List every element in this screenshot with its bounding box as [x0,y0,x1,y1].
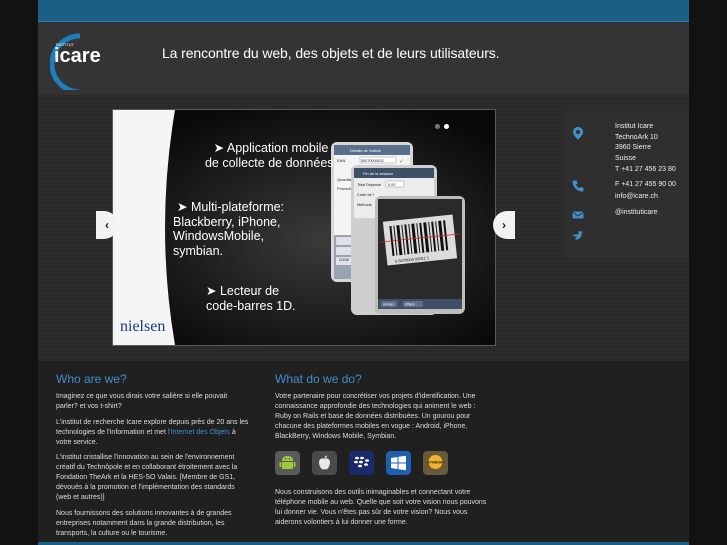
who-paragraph-2: L'institut de recherche Icare explore de… [56,418,250,448]
contact-box: Institut Icare TechnoArk 10 3960 Sierre … [565,111,689,258]
page-left-margin [0,0,38,545]
svg-text:✓: ✓ [399,158,404,165]
phone-clear-button: Effacer [405,303,416,307]
slider-dot-1[interactable] [435,124,440,129]
phone-session-label: Fin de la session [363,171,393,176]
location-pin-icon [573,127,583,140]
slide-bullet-1: ➤ Application mobile de collecte de donn… [196,141,346,170]
page-right-margin [689,0,727,545]
slide-bullet-2: ➤ Multi-plateforme: Blackberry, iPhone, … [173,200,284,258]
who-paragraph-4: Nous fournissons des solutions innovante… [56,510,232,537]
bullet-3-line-2: code-barres 1D. [206,298,296,313]
contact-tel: T +41 27 456 23 80 [615,166,676,173]
android-icon[interactable] [275,451,300,475]
blackberry-icon[interactable] [349,451,374,475]
contact-name: Institut Icare [615,123,654,130]
phone-methode-label: Méthode [357,203,372,207]
phone-cancel-button: Annuler [383,303,395,307]
phone-total-label: Total Dépensé [357,183,381,187]
contact-address: Institut Icare TechnoArk 10 3960 Sierre … [615,122,658,164]
nielsen-logo: nielsen [120,318,166,335]
phone-quantity-label: Quantité [337,177,353,182]
hero-slide: Détails de l'article EAN 55070000011 ✓ Q… [112,109,496,346]
twitter-bird-icon [572,231,584,240]
who-title: Who are we? [56,372,127,386]
top-bar [38,0,689,22]
windows-mobile-icon[interactable] [386,451,411,475]
slider-next-button[interactable]: › [493,211,515,239]
bullet-2-line-4: symbian. [173,243,224,258]
who-paragraph-1: Imaginez ce que vous dirais votre salièr… [56,393,228,410]
phone-ean-value: 55070000011 [361,159,384,163]
contact-email[interactable]: info@icare.ch [615,192,658,203]
contact-twitter[interactable]: @instituticare [615,208,658,219]
bullet-1-line-1: ➤ Application mobile [213,141,329,155]
what-title: What do we do? [275,372,362,386]
bullet-2-line-3: WindowsMobile, [173,229,265,243]
slider-dot-2[interactable] [444,124,449,129]
slider-pagination [431,116,449,134]
logo-name-text: icare [54,45,101,67]
symbian-icon[interactable]: SYMBIAN [423,451,448,475]
bullet-2-line-1: ➤ Multi-plateforme: [177,200,285,214]
contact-city: 3960 Sierre [615,144,652,151]
icare-logo[interactable]: INSTITUT icare [50,30,140,90]
symbian-label: SYMBIAN [427,461,444,465]
email-icon [572,211,584,219]
bullet-1-line-2: de collecte de données. [204,155,338,170]
who-paragraph-3: L'institut cristallise l'innovation au s… [56,454,238,501]
phone-carte-label: Carte de f [357,193,375,197]
contact-fax: F +41 27 455 90 00 [615,180,676,188]
phone-icon [572,180,584,192]
apple-icon[interactable] [312,451,337,475]
contact-street: TechnoArk 10 [615,133,658,141]
site-header: INSTITUT icare La rencontre du web, des … [38,22,689,95]
internet-des-objets-link[interactable]: l'Internet des Objets [168,429,230,436]
contact-phones: T +41 27 456 23 80 F +41 27 455 90 00 [615,165,676,190]
phone-tab-label: Détails de l'article [350,148,382,153]
phone-done-key: DONE [339,258,350,262]
phone-total-value: 0.00 [388,183,395,187]
contact-country: Suisse [615,154,637,162]
bullet-3-line-1: ➤ Lecteur de [206,284,280,298]
slide-bullet-3: ➤ Lecteur de code-barres 1D. [206,284,296,313]
what-paragraph-1: Votre partenaire pour concrétiser vos pr… [275,393,476,440]
bullet-2-line-2: Blackberry, iPhone, [173,214,281,229]
what-paragraph-2: Nous construisons des outils inimaginabl… [275,489,487,526]
site-tagline: La rencontre du web, des objets et de le… [162,45,500,61]
